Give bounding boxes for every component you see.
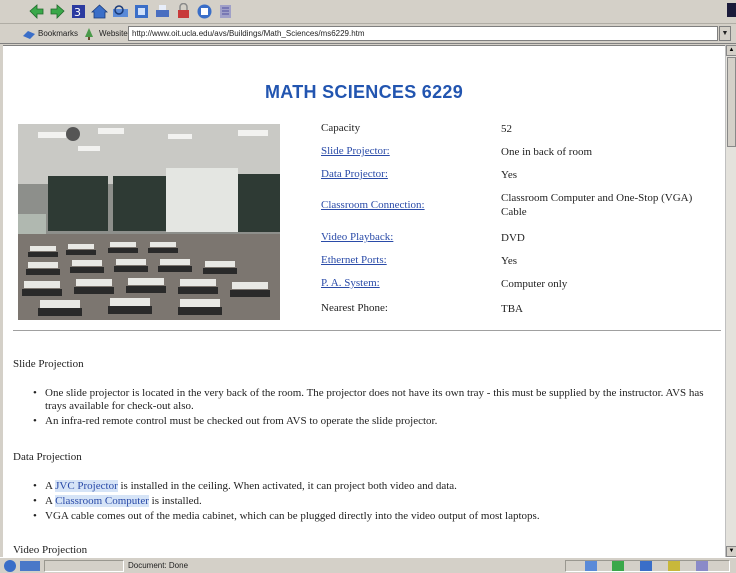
spec-value: DVD [501, 232, 525, 244]
scroll-up-icon[interactable]: ▲ [726, 45, 736, 56]
search-icon[interactable] [112, 3, 129, 20]
spec-value: Classroom Computer and One-Stop (VGA) Ca… [501, 192, 693, 218]
forward-icon[interactable] [49, 3, 66, 20]
slide-projection-heading: Slide Projection [13, 358, 84, 370]
bookmarks-icon[interactable] [22, 27, 36, 41]
addressbook-icon[interactable] [668, 561, 680, 571]
back-icon[interactable] [28, 3, 45, 20]
navigator-icon[interactable] [585, 561, 597, 571]
globe-icon [4, 560, 16, 572]
spec-value: Yes [501, 255, 518, 267]
spec-value: TBA [501, 303, 523, 315]
composer-icon[interactable] [640, 561, 652, 571]
data-projection-list: A JVC Projector is installed in the ceil… [33, 480, 713, 525]
page-content: MATH SCIENCES 6229 Capacity 52 Slide Pro… [3, 45, 725, 557]
video-projection-heading: Video Projection [13, 544, 88, 556]
shop-icon[interactable] [217, 3, 234, 20]
vertical-scrollbar[interactable]: ▲ ▼ [725, 45, 736, 557]
spec-label: Capacity [321, 122, 361, 134]
classroom-connection-link[interactable]: Classroom Connection: [321, 199, 491, 211]
check-icon[interactable] [696, 561, 708, 571]
page-title: MATH SCIENCES 6229 [264, 82, 464, 102]
ethernet-ports-link[interactable]: Ethernet Ports: [321, 254, 491, 266]
list-item: One slide projector is located in the ve… [33, 387, 713, 413]
mail-icon[interactable] [612, 561, 624, 571]
status-text: Document: Done [128, 561, 189, 570]
bookmarks-label[interactable]: Bookmarks [38, 29, 78, 38]
slide-projection-list: One slide projector is located in the ve… [33, 387, 713, 430]
list-item: An infra-red remote control must be chec… [33, 415, 713, 428]
slide-projector-link[interactable]: Slide Projector: [321, 145, 491, 157]
progress-cell [44, 560, 124, 572]
classroom-computer-link[interactable]: Classroom Computer [55, 495, 149, 507]
spec-value: Yes [501, 169, 518, 181]
scroll-down-icon[interactable]: ▼ [726, 546, 736, 557]
progress-icon [20, 561, 40, 571]
item-text: is installed in the ceiling. When activa… [117, 480, 457, 492]
throbber-icon [727, 3, 736, 17]
item-text: is installed. [148, 495, 202, 507]
spec-value: 52 [501, 123, 512, 135]
jvc-projector-link[interactable]: JVC Projector [55, 480, 118, 492]
item-text: A [45, 480, 56, 492]
website-label: Website: [99, 29, 130, 38]
pa-system-link[interactable]: P. A. System: [321, 277, 491, 289]
video-playback-link[interactable]: Video Playback: [321, 231, 491, 243]
address-bar: Bookmarks Website: http://www.oit.ucla.e… [0, 24, 736, 44]
item-text: A [45, 495, 56, 507]
data-projector-link[interactable]: Data Projector: [321, 168, 491, 180]
security-icon[interactable] [175, 3, 192, 20]
list-item: VGA cable comes out of the media cabinet… [33, 510, 713, 523]
svg-text:3: 3 [74, 6, 81, 19]
stop-icon[interactable] [196, 3, 213, 20]
classroom-photo [18, 124, 280, 320]
scroll-thumb[interactable] [727, 57, 736, 147]
print-icon[interactable] [154, 3, 171, 20]
list-item: A JVC Projector is installed in the ceil… [33, 480, 713, 493]
spec-label: Nearest Phone: [321, 302, 388, 314]
spec-value: Computer only [501, 278, 568, 290]
status-bar: Document: Done [0, 557, 736, 573]
divider [13, 330, 721, 331]
chevron-down-icon: ▼ [721, 30, 729, 37]
reload-icon[interactable]: 3 [70, 3, 87, 20]
spec-value: One in back of room [501, 146, 593, 158]
list-item: A Classroom Computer is installed. [33, 495, 713, 508]
home-icon[interactable] [91, 3, 108, 20]
url-input[interactable]: http://www.oit.ucla.edu/avs/Buildings/Ma… [128, 26, 718, 41]
data-projection-heading: Data Projection [13, 451, 82, 463]
bookmarks-icon[interactable] [133, 3, 150, 20]
navigation-toolbar: 3 [0, 0, 736, 24]
url-dropdown-button[interactable]: ▼ [719, 26, 731, 41]
website-icon [83, 27, 95, 40]
